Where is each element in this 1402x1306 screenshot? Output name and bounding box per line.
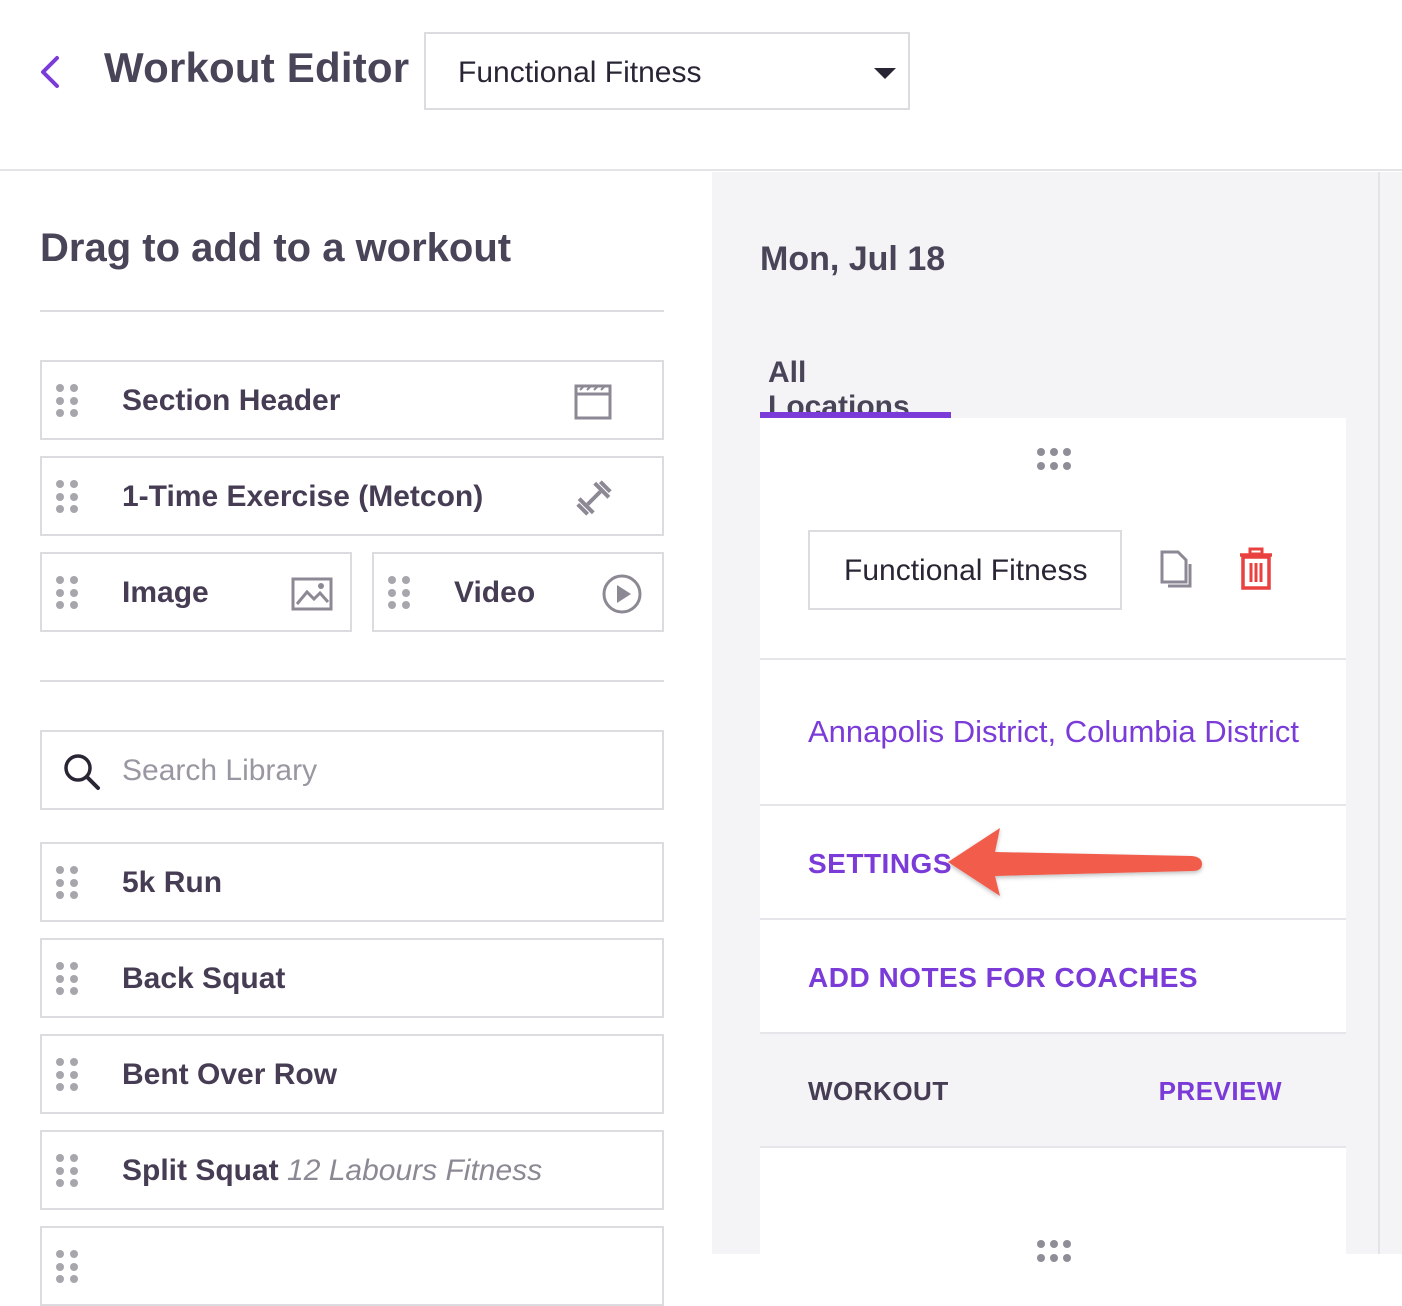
settings-row: SETTINGS [760, 806, 1346, 920]
drag-handle-icon[interactable] [56, 576, 78, 610]
exercise-item[interactable]: Split Squat 12 Labours Fitness [40, 1130, 664, 1210]
exercise-label: Split Squat 12 Labours Fitness [122, 1154, 542, 1188]
program-select-value: Functional Fitness [458, 56, 702, 89]
block-label: Video [454, 576, 536, 609]
divider [40, 310, 664, 312]
drag-handle-icon[interactable] [56, 384, 78, 418]
settings-link[interactable]: SETTINGS [808, 848, 952, 880]
drag-handle-icon[interactable] [56, 1250, 78, 1284]
workout-section-header: WORKOUT PREVIEW [760, 1034, 1346, 1148]
section-header-block[interactable]: Section Header [40, 360, 664, 440]
workout-name-field[interactable]: Functional Fitness [808, 530, 1122, 610]
trash-icon[interactable] [1236, 546, 1276, 592]
video-block[interactable]: Video [372, 552, 664, 632]
drag-handle-icon[interactable] [1037, 448, 1071, 470]
section-header-icon [574, 384, 612, 420]
exercise-item[interactable]: 5k Run [40, 842, 664, 922]
exercise-item[interactable] [40, 1226, 664, 1306]
program-select[interactable]: Functional Fitness [424, 32, 910, 110]
preview-button[interactable]: PREVIEW [1159, 1076, 1282, 1107]
copy-icon[interactable] [1156, 546, 1196, 592]
exercise-name: Split Squat [122, 1154, 279, 1187]
metcon-block[interactable]: 1-Time Exercise (Metcon) [40, 456, 664, 536]
exercise-name: 5k Run [122, 866, 223, 899]
exercise-item[interactable]: Back Squat [40, 938, 664, 1018]
search-input[interactable] [122, 746, 642, 796]
chevron-left-icon [41, 56, 59, 88]
search-icon [64, 754, 100, 790]
image-icon [291, 577, 333, 611]
library-search[interactable] [40, 730, 664, 810]
drag-handle-icon[interactable] [56, 866, 78, 900]
block-label: Image [122, 576, 209, 609]
drag-handle-icon[interactable] [56, 1154, 78, 1188]
editor-panel: Mon, Jul 18 All Locations Functional Fit… [712, 172, 1378, 1262]
exercise-source: 12 Labours Fitness [287, 1154, 543, 1187]
block-label: 1-Time Exercise (Metcon) [122, 480, 484, 513]
drag-handle-icon[interactable] [388, 576, 410, 610]
block-label: Section Header [122, 384, 341, 417]
library-title: Drag to add to a workout [40, 226, 512, 270]
drag-handle-icon[interactable] [56, 480, 78, 514]
image-block[interactable]: Image [40, 552, 352, 632]
drag-handle-icon[interactable] [56, 962, 78, 996]
caret-down-icon [874, 68, 896, 79]
back-button[interactable] [30, 50, 70, 94]
divider [40, 680, 664, 682]
app-header: Workout Editor Functional Fitness [0, 0, 1402, 171]
workout-label: WORKOUT [808, 1076, 949, 1106]
panel-edge [1378, 172, 1402, 1254]
workout-card-header: Functional Fitness [760, 418, 1346, 660]
workout-date: Mon, Jul 18 [760, 240, 946, 278]
library-panel: Drag to add to a workout Section Header … [0, 172, 712, 1306]
page-title: Workout Editor [104, 44, 410, 91]
play-circle-icon [602, 574, 642, 614]
tab-all-locations[interactable]: All Locations [760, 354, 951, 423]
exercise-name: Bent Over Row [122, 1058, 338, 1091]
add-notes-link[interactable]: ADD NOTES FOR COACHES [808, 962, 1198, 994]
locations-row: Annapolis District, Columbia District [760, 660, 1346, 806]
notes-row: ADD NOTES FOR COACHES [760, 920, 1346, 1034]
drag-handle-icon[interactable] [1037, 1240, 1071, 1262]
workout-block-card [760, 1148, 1346, 1262]
locations-link[interactable]: Annapolis District, Columbia District [808, 714, 1299, 750]
workout-name: Functional Fitness [844, 554, 1088, 587]
dumbbell-icon [576, 480, 612, 516]
drag-handle-icon[interactable] [56, 1058, 78, 1092]
exercise-name: Back Squat [122, 962, 286, 995]
exercise-item[interactable]: Bent Over Row [40, 1034, 664, 1114]
